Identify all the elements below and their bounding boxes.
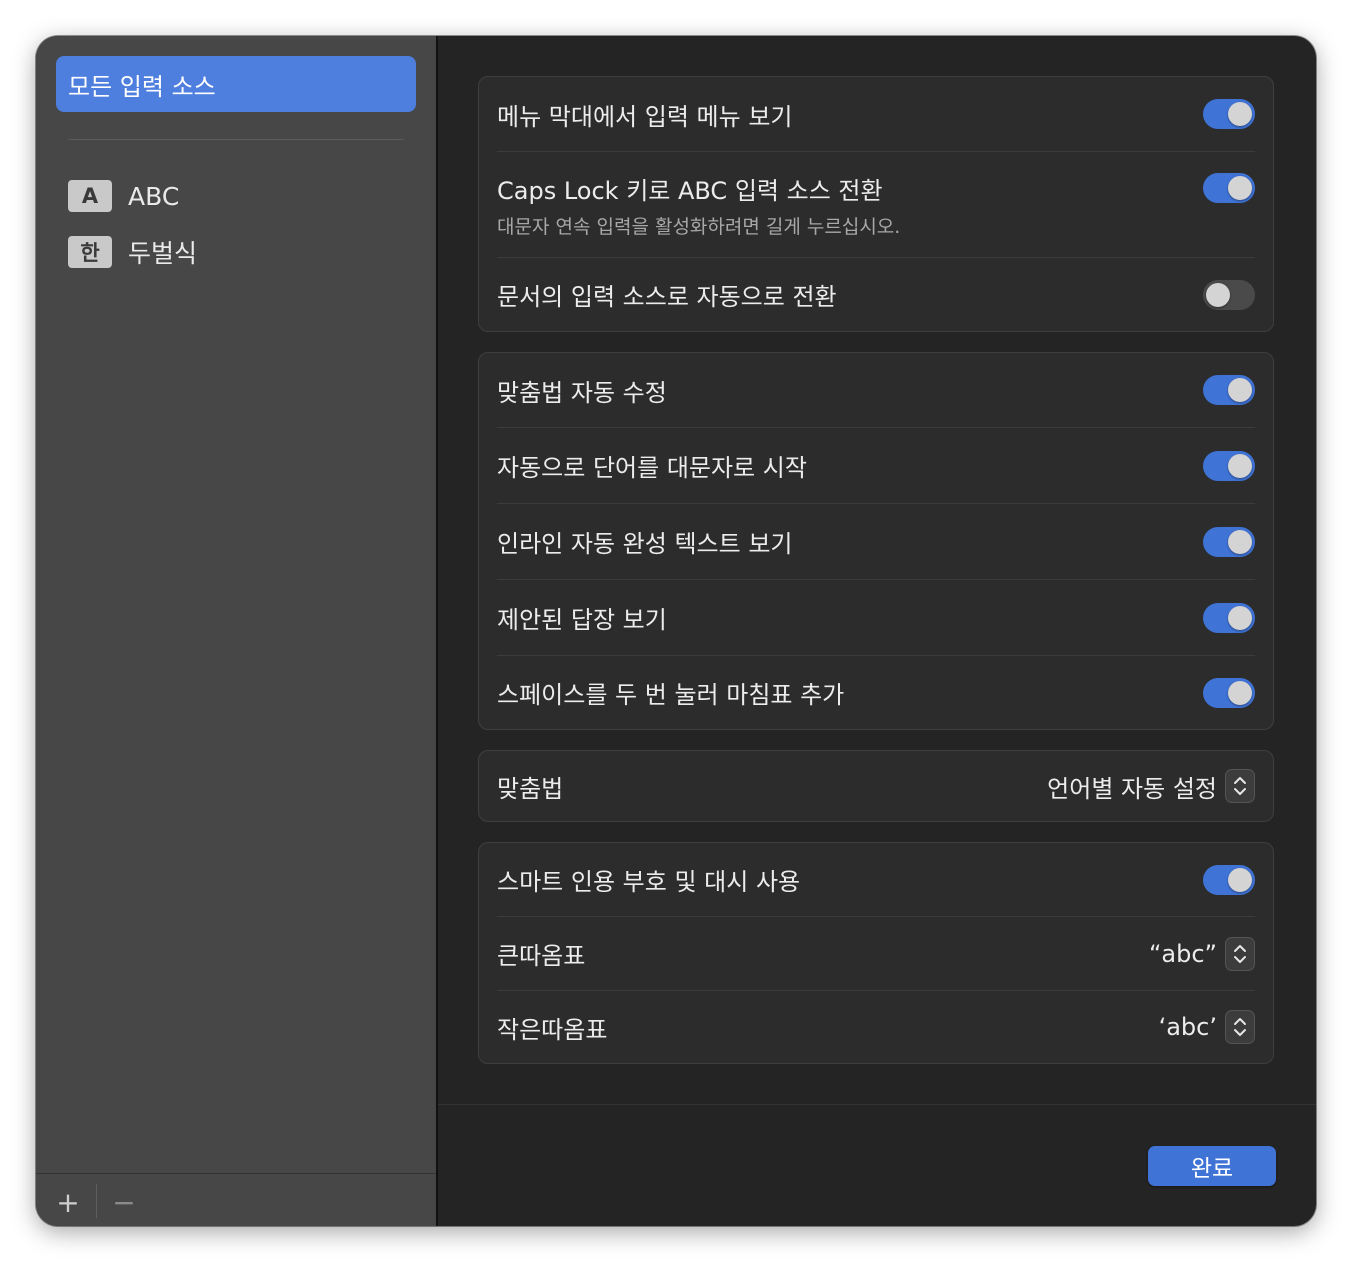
smart-quotes-group: 스마트 인용 부호 및 대시 사용 큰따옴표 “abc” 작은따옴표 ‘abc’ — [478, 842, 1274, 1064]
sidebar-footer-divider — [36, 1173, 436, 1174]
double-quotes-label: 큰따옴표 — [497, 942, 586, 970]
spelling-row: 맞춤법 언어별 자동 설정 — [497, 751, 1255, 821]
capitalize-toggle[interactable] — [1203, 450, 1255, 481]
menu-bar-label: 메뉴 막대에서 입력 메뉴 보기 — [497, 102, 793, 131]
chevron-up-down-icon — [1225, 769, 1255, 803]
single-quotes-label: 작은따옴표 — [497, 1015, 608, 1044]
caps-lock-row: Caps Lock 키로 ABC 입력 소스 전환 대문자 연속 입력을 활성화… — [497, 152, 1255, 258]
suggested-replies-label: 제안된 답장 보기 — [497, 606, 667, 634]
button-separator — [96, 1184, 97, 1218]
inline-complete-toggle[interactable] — [1203, 526, 1255, 557]
chevron-up-down-icon — [1225, 1010, 1255, 1044]
spelling-popup[interactable]: 언어별 자동 설정 — [1047, 769, 1255, 804]
double-space-label: 스페이스를 두 번 눌러 마침표 추가 — [497, 681, 845, 709]
smart-quotes-label: 스마트 인용 부호 및 대시 사용 — [497, 868, 801, 896]
menu-bar-row: 메뉴 막대에서 입력 메뉴 보기 — [497, 77, 1255, 152]
caps-lock-label: Caps Lock 키로 ABC 입력 소스 전환 — [497, 176, 883, 205]
add-source-button[interactable]: + — [46, 1184, 90, 1220]
single-quotes-popup[interactable]: ‘abc’ — [1159, 1010, 1255, 1044]
spell-fix-label: 맞춤법 자동 수정 — [497, 378, 667, 407]
chevron-up-down-icon — [1225, 936, 1255, 971]
hangul-badge-icon: 한 — [68, 236, 112, 268]
abc-badge-icon: A — [68, 180, 112, 212]
input-sources-window: 모든 입력 소스 A ABC 한 두벌식 + − 메뉴 막대에서 입력 메뉴 보… — [36, 36, 1316, 1226]
caps-lock-toggle[interactable] — [1203, 172, 1255, 203]
input-menu-group: 메뉴 막대에서 입력 메뉴 보기 Caps Lock 키로 ABC 입력 소스 … — [478, 76, 1274, 332]
spelling-value: 언어별 자동 설정 — [1047, 774, 1217, 803]
spell-fix-row: 맞춤법 자동 수정 — [497, 353, 1255, 428]
footer-divider — [438, 1104, 1316, 1105]
sidebar-item-label: 모든 입력 소스 — [68, 72, 216, 101]
sidebar-item-abc[interactable]: A ABC — [68, 178, 179, 214]
single-quotes-value: ‘abc’ — [1158, 1013, 1217, 1041]
auto-switch-toggle[interactable] — [1203, 279, 1255, 310]
sidebar-divider — [68, 139, 404, 140]
suggested-replies-row: 제안된 답장 보기 — [497, 580, 1255, 656]
double-quotes-popup[interactable]: “abc” — [1148, 936, 1255, 971]
menu-bar-toggle[interactable] — [1203, 99, 1255, 129]
done-button[interactable]: 완료 — [1148, 1146, 1276, 1186]
caps-lock-description: 대문자 연속 입력을 활성화하려면 길게 누르십시오. — [497, 215, 901, 238]
auto-switch-row: 문서의 입력 소스로 자동으로 전환 — [497, 258, 1255, 331]
sidebar-item-label: 두벌식 — [128, 239, 198, 268]
capitalize-label: 자동으로 단어를 대문자로 시작 — [497, 454, 807, 482]
text-correction-group: 맞춤법 자동 수정 자동으로 단어를 대문자로 시작 인라인 자동 완성 텍스트… — [478, 352, 1274, 730]
spelling-label: 맞춤법 — [497, 774, 564, 803]
spelling-group: 맞춤법 언어별 자동 설정 — [478, 750, 1274, 822]
double-space-toggle[interactable] — [1203, 677, 1255, 708]
sidebar-item-all-input-sources[interactable]: 모든 입력 소스 — [56, 56, 416, 112]
double-quotes-value: “abc” — [1148, 939, 1217, 968]
sidebar: 모든 입력 소스 A ABC 한 두벌식 + − — [36, 36, 438, 1226]
inline-complete-label: 인라인 자동 완성 텍스트 보기 — [497, 530, 793, 558]
smart-quotes-toggle[interactable] — [1203, 864, 1255, 895]
sidebar-item-label: ABC — [128, 181, 180, 211]
spell-fix-toggle[interactable] — [1203, 375, 1255, 405]
suggested-replies-toggle[interactable] — [1203, 602, 1255, 633]
smart-quotes-row: 스마트 인용 부호 및 대시 사용 — [497, 843, 1255, 917]
single-quotes-row: 작은따옴표 ‘abc’ — [497, 991, 1255, 1063]
double-quotes-row: 큰따옴표 “abc” — [497, 917, 1255, 991]
sidebar-item-2set-korean[interactable]: 한 두벌식 — [68, 234, 197, 270]
remove-source-button[interactable]: − — [102, 1184, 146, 1220]
capitalize-row: 자동으로 단어를 대문자로 시작 — [497, 428, 1255, 504]
inline-complete-row: 인라인 자동 완성 텍스트 보기 — [497, 504, 1255, 580]
auto-switch-label: 문서의 입력 소스로 자동으로 전환 — [497, 283, 837, 311]
double-space-row: 스페이스를 두 번 눌러 마침표 추가 — [497, 656, 1255, 729]
